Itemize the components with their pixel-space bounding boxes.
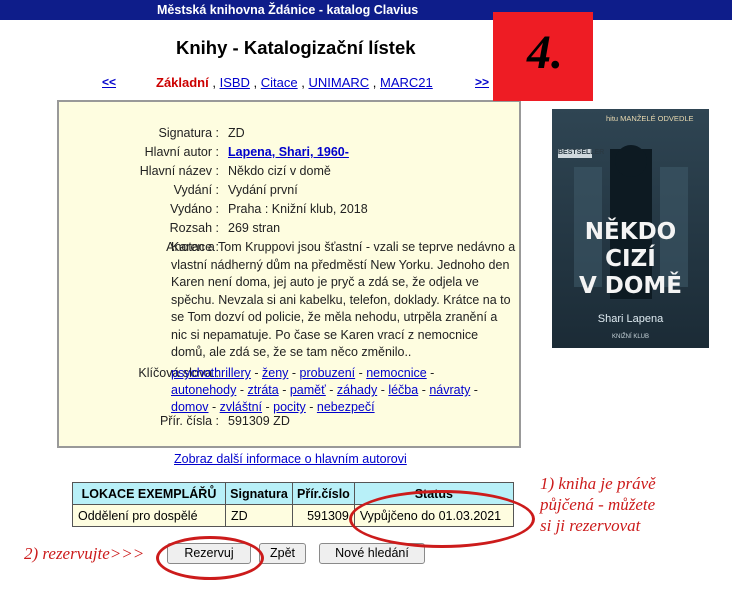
value-anotace: Karen a Tom Kruppovi jsou šťastní - vzal… bbox=[171, 240, 516, 359]
annotation-note-2: 2) rezervujte>>> bbox=[24, 544, 145, 563]
label-vydani: Vydání : bbox=[173, 183, 219, 197]
keyword-link[interactable]: ženy bbox=[262, 366, 288, 380]
view-isbd-link[interactable]: ISBD bbox=[220, 75, 250, 90]
cell-lokace: Oddělení pro dospělé bbox=[72, 504, 226, 527]
view-basic: Základní bbox=[156, 75, 209, 90]
cover-title-line: V DOMĚ bbox=[578, 273, 683, 299]
keyword-link[interactable]: psychothrillery bbox=[171, 366, 251, 380]
cover-badge: BESTSELLER bbox=[558, 149, 605, 156]
prev-record-link[interactable]: << bbox=[102, 75, 116, 89]
cover-title: NĚKDO CIZÍ V DOMĚ bbox=[552, 219, 709, 300]
keyword-link[interactable]: záhady bbox=[337, 383, 377, 397]
view-citace-link[interactable]: Citace bbox=[261, 75, 298, 90]
status-highlight-circle bbox=[349, 490, 535, 548]
back-button[interactable]: Zpět bbox=[259, 543, 306, 564]
cover-title-line: CIZÍ bbox=[605, 246, 656, 272]
keyword-link[interactable]: návraty bbox=[429, 383, 470, 397]
annotation-line: půjčená - můžete bbox=[540, 495, 656, 514]
label-nazev: Hlavní název : bbox=[139, 164, 219, 178]
keyword-link[interactable]: probuzení bbox=[300, 366, 356, 380]
value-vydani: Vydání první bbox=[228, 183, 298, 197]
value-signatura: ZD bbox=[228, 126, 245, 140]
reserve-highlight-circle bbox=[156, 536, 264, 580]
page-title: Knihy - Katalogizační lístek bbox=[176, 37, 416, 58]
author-link[interactable]: Lapena, Shari, 1960- bbox=[228, 145, 349, 159]
catalog-card: Signatura : ZD Hlavní autor : Lapena, Sh… bbox=[57, 100, 521, 448]
label-signatura: Signatura : bbox=[158, 126, 219, 140]
keyword-link[interactable]: autonehody bbox=[171, 383, 236, 397]
cell-signatura: ZD bbox=[225, 504, 293, 527]
keyword-link[interactable]: ztráta bbox=[247, 383, 278, 397]
book-cover-image: hitu MANŽELÉ ODVEDLE BESTSELLER NĚKDO CI… bbox=[552, 109, 709, 348]
step-number: 4. bbox=[527, 26, 563, 79]
col-header-lokace: LOKACE EXEMPLÁŘŮ bbox=[72, 482, 226, 505]
view-marc21-link[interactable]: MARC21 bbox=[380, 75, 433, 90]
step-badge: 4. bbox=[493, 12, 593, 101]
value-prir-cisla: 591309 ZD bbox=[228, 414, 290, 428]
top-bar: Městská knihovna Ždánice - katalog Clavi… bbox=[0, 0, 732, 20]
library-title: Městská knihovna Ždánice - katalog Clavi… bbox=[157, 3, 419, 17]
cell-prir-cislo: 591309 bbox=[292, 504, 355, 527]
cover-top-text: hitu MANŽELÉ ODVEDLE bbox=[606, 114, 694, 123]
value-rozsah: 269 stran bbox=[228, 221, 281, 235]
next-record-link[interactable]: >> bbox=[475, 75, 489, 89]
label-rozsah: Rozsah : bbox=[169, 221, 219, 235]
col-header-signatura: Signatura bbox=[225, 482, 293, 505]
cover-title-line: NĚKDO bbox=[584, 219, 677, 245]
view-unimarc-link[interactable]: UNIMARC bbox=[308, 75, 369, 90]
annotation-note-1: 1) kniha je právě půjčená - můžete si ji… bbox=[540, 473, 656, 536]
keyword-link[interactable]: nemocnice bbox=[366, 366, 426, 380]
label-vydano: Vydáno : bbox=[170, 202, 219, 216]
keyword-link[interactable]: léčba bbox=[388, 383, 418, 397]
more-author-info-link[interactable]: Zobraz další informace o hlavním autorov… bbox=[174, 452, 407, 466]
keyword-link[interactable]: nebezpečí bbox=[317, 400, 375, 414]
label-prir-cisla: Přír. čísla : bbox=[159, 414, 219, 428]
value-nazev: Někdo cizí v domě bbox=[228, 164, 331, 178]
keywords-list: psychothrillery - ženy - probuzení - nem… bbox=[171, 366, 478, 414]
annotation-line: si ji rezervovat bbox=[540, 516, 641, 535]
view-format-nav: Základní , ISBD , Citace , UNIMARC , MAR… bbox=[156, 75, 433, 90]
label-autor: Hlavní autor : bbox=[144, 145, 219, 159]
value-vydano: Praha : Knižní klub, 2018 bbox=[228, 202, 368, 216]
annotation-line: 1) kniha je právě bbox=[540, 474, 656, 493]
cover-author: Shari Lapena bbox=[597, 313, 664, 325]
col-header-prir-cislo: Přír.číslo bbox=[292, 482, 355, 505]
cover-publisher: KNIŽNÍ KLUB bbox=[611, 334, 649, 340]
keyword-link[interactable]: paměť bbox=[290, 383, 326, 397]
